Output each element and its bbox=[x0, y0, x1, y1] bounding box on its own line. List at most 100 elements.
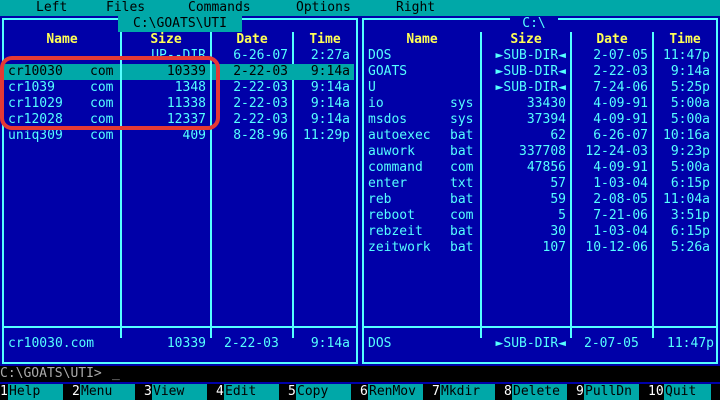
left-file-name: cr1039 bbox=[8, 80, 55, 95]
function-key-copy[interactable]: 5 Copy bbox=[288, 384, 360, 400]
function-key-label: Edit bbox=[224, 384, 279, 400]
function-key-number: 5 bbox=[288, 384, 296, 399]
function-key-label: Delete bbox=[512, 384, 567, 400]
left-status-line: cr10030.com 10339 2-22-03 9:14a bbox=[0, 336, 360, 352]
left-file-date: 6-26-07 bbox=[233, 48, 288, 63]
function-key-menu[interactable]: 2 Menu bbox=[72, 384, 144, 400]
right-header-time: Time bbox=[669, 32, 701, 47]
left-file-date: 2-22-03 bbox=[233, 112, 288, 127]
right-file-name: U bbox=[368, 80, 376, 95]
function-key-number: 1 bbox=[0, 384, 8, 399]
command-cursor[interactable]: _ bbox=[112, 366, 120, 382]
right-file-ext: bat bbox=[450, 224, 474, 239]
left-file-size: UP--DIR bbox=[151, 48, 206, 63]
right-file-name: command bbox=[368, 160, 423, 175]
right-file-ext: bat bbox=[450, 128, 474, 143]
right-header-size: Size bbox=[510, 32, 542, 47]
right-file-date: 7-24-06 bbox=[593, 80, 648, 95]
function-key-help[interactable]: 1 Help bbox=[0, 384, 72, 400]
menu-files[interactable]: Files bbox=[106, 0, 145, 16]
right-file-row[interactable]: GOATS ►SUB-DIR◄ 2-22-03 9:14a bbox=[360, 64, 720, 80]
left-file-ext: com bbox=[90, 80, 114, 95]
right-file-row[interactable]: io sys 33430 4-09-91 5:00a bbox=[360, 96, 720, 112]
right-status-date: 2-07-05 bbox=[584, 336, 639, 351]
right-file-time: 11:04a bbox=[663, 192, 710, 207]
function-key-label: PullDn bbox=[584, 384, 639, 400]
right-file-date: 4-09-91 bbox=[593, 112, 648, 127]
right-file-row[interactable]: U ►SUB-DIR◄ 7-24-06 5:25p bbox=[360, 80, 720, 96]
right-file-name: autoexec bbox=[368, 128, 431, 143]
right-file-size: 107 bbox=[542, 240, 566, 255]
left-file-size: 409 bbox=[182, 128, 206, 143]
right-file-row[interactable]: auwork bat 337708 12-24-03 9:23p bbox=[360, 144, 720, 160]
menu-commands[interactable]: Commands bbox=[188, 0, 251, 16]
function-key-delete[interactable]: 8 Delete bbox=[504, 384, 576, 400]
right-file-name: io bbox=[368, 96, 384, 111]
left-file-row[interactable]: UP--DIR 6-26-07 2:27a bbox=[0, 48, 360, 64]
right-file-size: 33430 bbox=[526, 96, 566, 111]
right-file-row[interactable]: command com 47856 4-09-91 5:00a bbox=[360, 160, 720, 176]
menu-left[interactable]: Left bbox=[36, 0, 67, 16]
right-file-name: rebzeit bbox=[368, 224, 423, 239]
right-file-name: reb bbox=[368, 192, 392, 207]
left-panel-title: C:\GOATS\UTI bbox=[118, 16, 242, 32]
right-file-row[interactable]: enter txt 57 1-03-04 6:15p bbox=[360, 176, 720, 192]
right-file-row[interactable]: autoexec bat 62 6-26-07 10:16a bbox=[360, 128, 720, 144]
left-file-row[interactable]: cr11029 com 11338 2-22-03 9:14a bbox=[0, 96, 360, 112]
function-key-number: 6 bbox=[360, 384, 368, 399]
left-file-row[interactable]: uniq309 com 409 8-28-96 11:29p bbox=[0, 128, 360, 144]
right-file-ext: txt bbox=[450, 176, 474, 191]
left-header-size: Size bbox=[150, 32, 182, 47]
function-key-renmov[interactable]: 6 RenMov bbox=[360, 384, 432, 400]
function-key-view[interactable]: 3 View bbox=[144, 384, 216, 400]
right-header-date: Date bbox=[596, 32, 628, 47]
right-file-size: 337708 bbox=[519, 144, 566, 159]
left-file-date: 2-22-03 bbox=[233, 80, 288, 95]
right-file-ext: bat bbox=[450, 144, 474, 159]
right-file-time: 3:51p bbox=[670, 208, 710, 223]
function-key-mkdir[interactable]: 7 Mkdir bbox=[432, 384, 504, 400]
menu-options[interactable]: Options bbox=[296, 0, 351, 16]
right-file-row[interactable]: zeitwork bat 107 10-12-06 5:26a bbox=[360, 240, 720, 256]
right-panel-title: C:\ bbox=[510, 16, 558, 32]
function-key-label: View bbox=[152, 384, 207, 400]
command-line[interactable]: C:\GOATS\UTI> _ bbox=[0, 366, 720, 382]
right-status-divider bbox=[362, 326, 718, 328]
menu-right[interactable]: Right bbox=[396, 0, 435, 16]
right-file-row[interactable]: reboot com 5 7-21-06 3:51p bbox=[360, 208, 720, 224]
right-file-size: ►SUB-DIR◄ bbox=[495, 48, 566, 63]
left-file-time: 9:14a bbox=[292, 64, 350, 80]
right-file-date: 6-26-07 bbox=[593, 128, 648, 143]
function-key-pulldn[interactable]: 9 PullDn bbox=[576, 384, 648, 400]
right-file-row[interactable]: reb bat 59 2-08-05 11:04a bbox=[360, 192, 720, 208]
right-file-row[interactable]: DOS ►SUB-DIR◄ 2-07-05 11:47p bbox=[360, 48, 720, 64]
right-file-row[interactable]: msdos sys 37394 4-09-91 5:00a bbox=[360, 112, 720, 128]
function-key-label: Copy bbox=[296, 384, 351, 400]
left-file-size: 12337 bbox=[166, 112, 206, 127]
function-key-bar: 1 Help 2 Menu 3 View 4 Edit 5 Copy 6 RenMov 7 Mkdir 8 D… bbox=[0, 384, 720, 400]
right-file-time: 5:25p bbox=[670, 80, 710, 95]
left-file-name: uniq309 bbox=[8, 128, 63, 143]
right-status-name: DOS bbox=[368, 336, 392, 351]
right-file-date: 1-03-04 bbox=[593, 176, 648, 191]
function-key-edit[interactable]: 4 Edit bbox=[216, 384, 288, 400]
right-file-date: 2-08-05 bbox=[593, 192, 648, 207]
function-key-number: 9 bbox=[576, 384, 584, 399]
function-key-label: RenMov bbox=[368, 384, 423, 400]
left-file-ext: com bbox=[90, 64, 114, 80]
right-file-name: reboot bbox=[368, 208, 415, 223]
left-file-row[interactable]: cr10030 com 10339 2-22-03 9:14a bbox=[0, 64, 360, 80]
right-file-row[interactable]: rebzeit bat 30 1-03-04 6:15p bbox=[360, 224, 720, 240]
right-file-size: 57 bbox=[550, 176, 566, 191]
right-file-ext: com bbox=[450, 160, 474, 175]
function-key-quit[interactable]: 10 Quit bbox=[648, 384, 720, 400]
left-panel[interactable]: C:\GOATS\UTI Name Size Date Time UP--DIR… bbox=[0, 16, 360, 366]
right-file-name: DOS bbox=[368, 48, 392, 63]
left-file-row[interactable]: cr12028 com 12337 2-22-03 9:14a bbox=[0, 112, 360, 128]
left-status-time: 9:14a bbox=[310, 336, 350, 351]
right-panel[interactable]: C:\ Name Size Date Time DOS ►SUB-DIR◄ 2-07… bbox=[360, 16, 720, 366]
left-file-row[interactable]: cr1039 com 1348 2-22-03 9:14a bbox=[0, 80, 360, 96]
right-file-ext: com bbox=[450, 208, 474, 223]
left-status-name: cr10030.com bbox=[8, 336, 95, 351]
right-file-date: 4-09-91 bbox=[593, 96, 648, 111]
